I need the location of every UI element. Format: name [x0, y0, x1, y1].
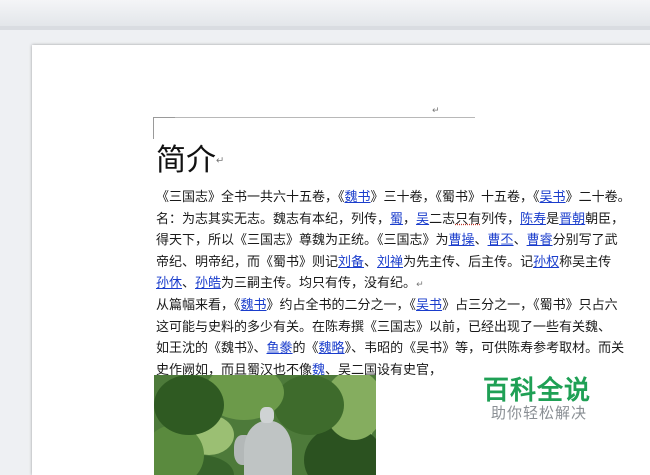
- hyperlink[interactable]: 鱼豢: [267, 341, 293, 356]
- text-run: 》占三分之一，《蜀书》只占六: [442, 297, 618, 313]
- text-line[interactable]: 《三国志》全书一共六十五卷，《魏书》三十卷，《蜀书》十五卷，《吴书》二十卷。: [156, 187, 650, 209]
- hyperlink[interactable]: 孙权: [533, 255, 559, 270]
- hyperlink[interactable]: 曹丕: [488, 233, 514, 248]
- paragraph-mark: ↵: [416, 280, 424, 291]
- hyperlink[interactable]: 陈寿: [520, 212, 546, 227]
- text-line[interactable]: 孙休、孙皓为三嗣主传。均只有传，没有纪。↵: [156, 273, 650, 295]
- hyperlink[interactable]: 魏书: [241, 298, 267, 313]
- hyperlink[interactable]: 吴: [416, 212, 429, 227]
- text-run: 称吴主传: [559, 254, 612, 270]
- foliage: [154, 375, 224, 435]
- statue-photo[interactable]: [154, 375, 376, 475]
- hyperlink[interactable]: 蜀: [390, 212, 403, 227]
- text-run: ，: [403, 211, 417, 227]
- text-run: 、: [182, 276, 196, 292]
- text-run: 二志: [429, 211, 456, 227]
- text-line[interactable]: 从篇幅来看，《魏书》约占全书的二分之一，《吴书》占三分之一，《蜀书》只占六: [156, 295, 650, 317]
- hyperlink[interactable]: 孙休: [156, 276, 182, 291]
- hyperlink[interactable]: 吴书: [416, 298, 442, 313]
- statue-body: [244, 421, 292, 475]
- text-run: 列传，: [481, 211, 521, 227]
- heading-paragraph-mark: ↵: [216, 155, 225, 167]
- text-run: 》二十卷。: [565, 190, 631, 205]
- watermark-logo: 百科全说 助你轻松解决: [455, 370, 615, 430]
- hyperlink[interactable]: 魏书: [345, 190, 371, 205]
- document-body[interactable]: 《三国志》全书一共六十五卷，《魏书》三十卷，《蜀书》十五卷，《吴书》二十卷。 名：…: [156, 187, 650, 381]
- text-run: 从篇幅来看，《: [156, 297, 241, 313]
- text-run: 如王沈的《魏书》、: [156, 341, 267, 357]
- text-run: 这可能与史料的多少有关。在陈寿撰《三国志》以前，已经出现了一些有关魏、: [156, 319, 612, 335]
- hyperlink[interactable]: 曹睿: [527, 233, 553, 248]
- hyperlink[interactable]: 魏略: [319, 341, 345, 356]
- text-line[interactable]: 帝纪、明帝纪，而《蜀书》则记刘备、刘禅为先主传、后主传。记孙权称吴主传: [156, 252, 650, 274]
- document-heading[interactable]: 简介↵: [156, 143, 224, 180]
- text-line[interactable]: 如王沈的《魏书》、鱼豢的《魏略》、韦昭的《吴书》等，可供陈寿参考取材。而关: [156, 338, 650, 360]
- hyperlink[interactable]: 刘备: [338, 255, 364, 270]
- text-run: 、: [474, 233, 488, 249]
- window-top-strip: [0, 0, 650, 27]
- text-run: 得天下，所以《三国志》尊魏为正统。《三国志》为: [156, 233, 449, 249]
- hyperlink[interactable]: 吴书: [540, 190, 566, 205]
- hyperlink[interactable]: 孙皓: [195, 276, 221, 291]
- text-run: 》、韦昭的《吴书》等，可供陈寿参考取材。而关: [344, 341, 625, 357]
- heading-text[interactable]: 简介: [156, 143, 216, 178]
- crop-mark-horizontal: [153, 117, 175, 118]
- hyperlink[interactable]: 刘禅: [377, 255, 403, 270]
- statue-head: [260, 407, 274, 423]
- text-run: 为先主传、后主传。记: [403, 254, 534, 270]
- text-line[interactable]: 得天下，所以《三国志》尊魏为正统。《三国志》为曹操、曹丕、曹睿分别写了武: [156, 230, 650, 252]
- text-run: 、: [513, 233, 527, 249]
- hyperlink[interactable]: 曹操: [449, 233, 475, 248]
- crop-mark-vertical: [153, 117, 154, 139]
- text-run: 为三嗣主传。均只有传，没有纪。: [221, 276, 417, 292]
- text-line[interactable]: 这可能与史料的多少有关。在陈寿撰《三国志》以前，已经出现了一些有关魏、: [156, 317, 650, 339]
- text-run: 《三国志》全书一共六十五卷，《: [156, 190, 345, 205]
- text-line[interactable]: 名：为志其实无志。魏志有本纪，列传，蜀，吴二志只有列传，陈寿是晋朝朝臣，: [156, 209, 650, 231]
- text-run: 》约占全书的二分之一，《: [266, 297, 417, 313]
- foliage: [274, 375, 344, 435]
- text-run: 》三十卷，《蜀书》十五卷，《: [370, 190, 540, 205]
- watermark-subtitle: 助你轻松解决: [491, 404, 588, 422]
- header-line: [175, 117, 475, 118]
- hyperlink[interactable]: 晋朝: [559, 212, 585, 227]
- text-run: 、: [364, 254, 378, 270]
- text-run: 帝纪、明帝纪，而《蜀书》则记: [156, 254, 339, 270]
- spellcheck-text: 只有: [455, 211, 482, 227]
- text-run: 的《: [292, 341, 319, 357]
- text-run: 分别写了武: [552, 233, 618, 249]
- header-paragraph-mark: ↵: [432, 106, 440, 116]
- text-run: 是: [546, 211, 560, 227]
- text-run: 名：为志其实无志。魏志有本纪，列传，: [156, 211, 391, 227]
- ruler-edge: [0, 26, 650, 30]
- text-run: 朝臣，: [585, 211, 625, 227]
